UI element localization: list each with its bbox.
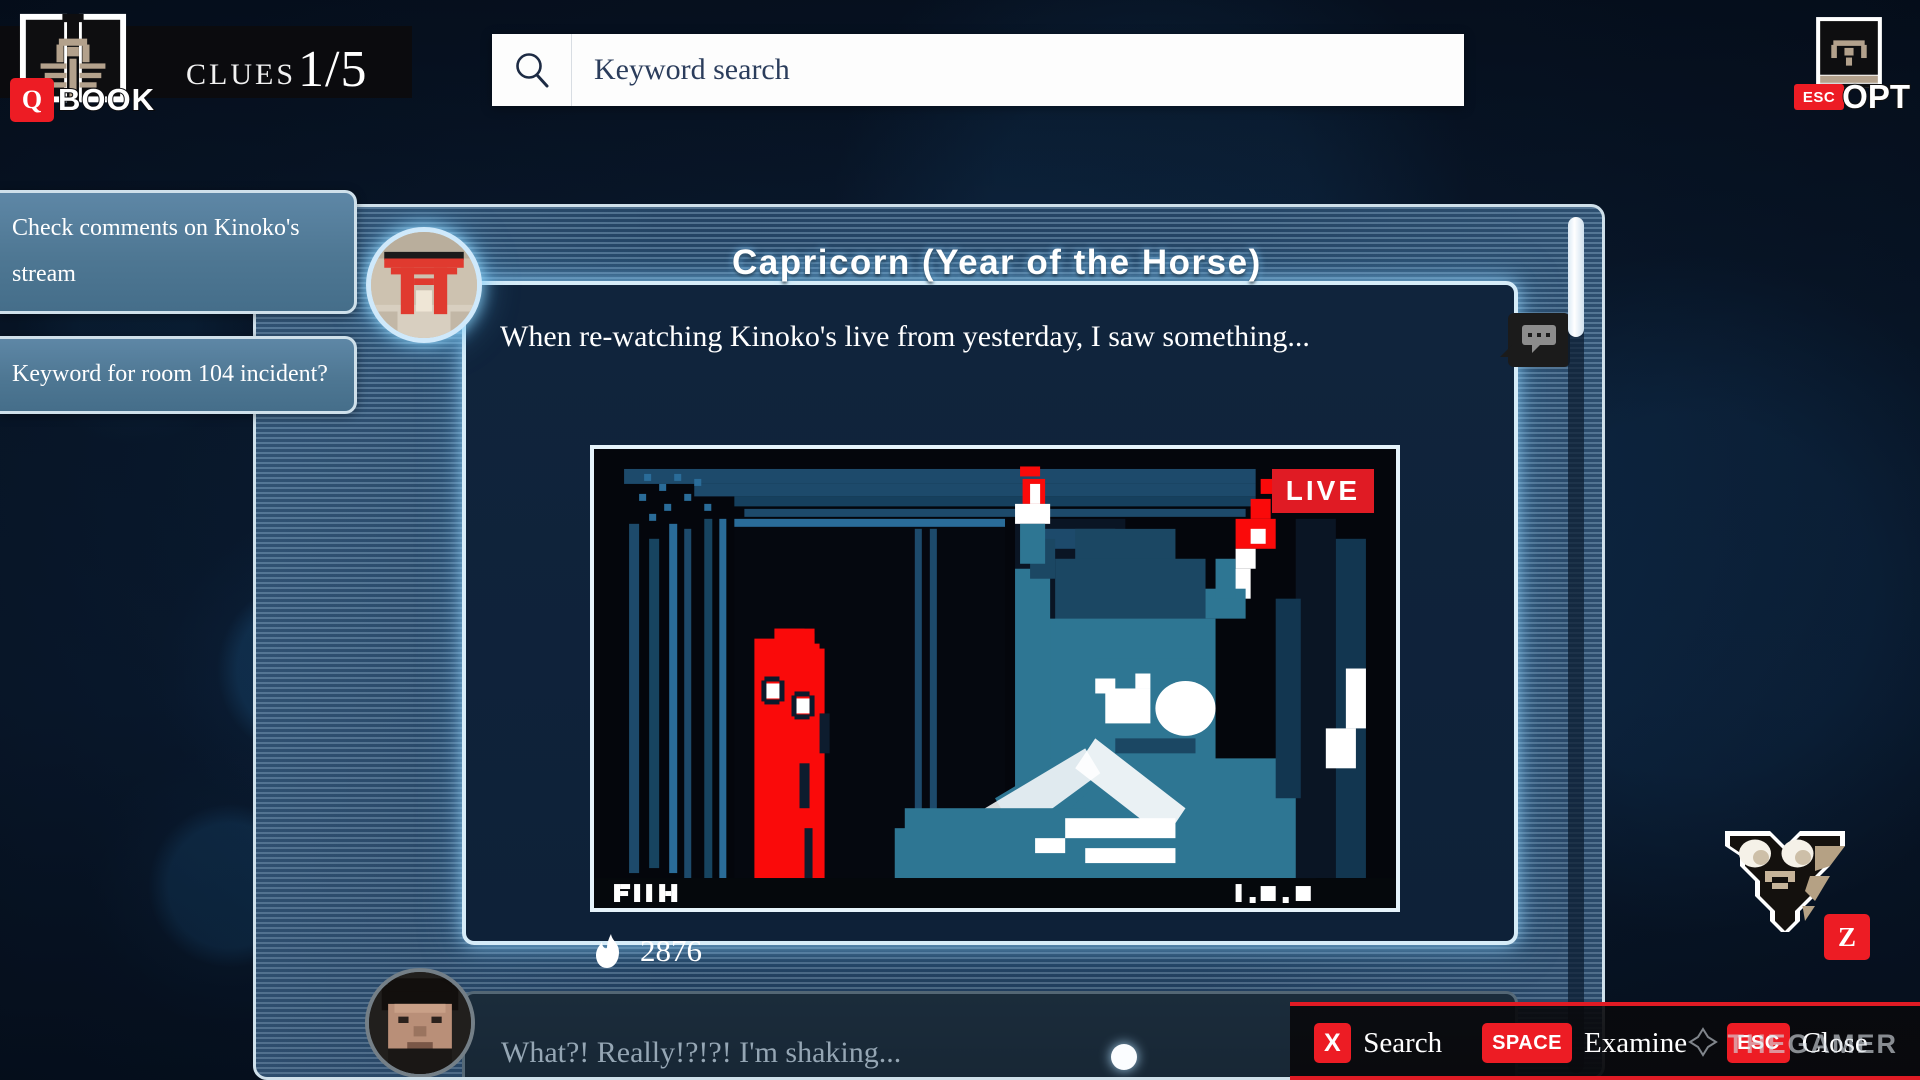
- reaction-row[interactable]: 2876: [594, 933, 702, 969]
- watermark-text: THEGAMER: [1727, 1029, 1898, 1059]
- live-badge: LIVE: [1271, 469, 1374, 513]
- search-icon[interactable]: [492, 34, 572, 106]
- control-examine[interactable]: SPACE Examine: [1482, 1023, 1687, 1063]
- options-key-badge[interactable]: ESC: [1794, 84, 1844, 110]
- reaction-count: 2876: [640, 933, 702, 968]
- watermark-logo-icon: [1687, 1027, 1718, 1062]
- book-label: BOOK: [57, 81, 155, 118]
- clues-count: 1/5: [298, 41, 368, 98]
- watermark: THEGAMER: [1687, 1027, 1899, 1062]
- clues-label: CLUES: [186, 58, 297, 91]
- search-input[interactable]: [572, 34, 1464, 106]
- control-key-x[interactable]: X: [1314, 1023, 1352, 1063]
- control-label-examine: Examine: [1584, 1026, 1688, 1059]
- scrollbar-track[interactable]: [1568, 217, 1584, 1073]
- control-search[interactable]: X Search: [1314, 1023, 1442, 1063]
- face-avatar: [365, 968, 475, 1077]
- pixel-art-screenshot: [594, 449, 1396, 908]
- live-badge-label: LIVE: [1285, 475, 1360, 506]
- book-key-badge[interactable]: Q: [10, 78, 54, 122]
- options-label: OPT: [1841, 77, 1911, 116]
- clue-item-0[interactable]: Check comments on Kinoko's stream: [0, 190, 357, 314]
- post-body: When re-watching Kinoko's live from yest…: [500, 320, 1310, 353]
- keyword-search-box[interactable]: [492, 34, 1464, 106]
- cursor-indicator: [1111, 1044, 1137, 1070]
- control-key-space[interactable]: SPACE: [1482, 1023, 1573, 1063]
- mascot-button[interactable]: Z: [1710, 820, 1870, 960]
- torii-gate-avatar: [366, 227, 482, 343]
- next-post-body: What?! Really!?!?! I'm shaking...: [501, 1036, 902, 1069]
- flame-icon: [594, 933, 624, 969]
- clue-item-label: Check comments on Kinoko's stream: [12, 215, 300, 287]
- clue-item-1[interactable]: Keyword for room 104 incident?: [0, 336, 357, 414]
- post-media[interactable]: LIVE: [590, 445, 1400, 912]
- control-label-search: Search: [1363, 1026, 1443, 1059]
- clue-list: Check comments on Kinoko's stream Keywor…: [0, 190, 360, 436]
- mascot-key-badge[interactable]: Z: [1824, 914, 1870, 960]
- clue-item-label: Keyword for room 104 incident?: [12, 361, 328, 387]
- feed-panel: Capricorn (Year of the Horse) When re-wa…: [253, 204, 1605, 1080]
- options-button[interactable]: ESC OPT: [1790, 12, 1911, 130]
- post-card[interactable]: Capricorn (Year of the Horse) When re-wa…: [366, 227, 1570, 968]
- post-author: Capricorn (Year of the Horse): [732, 243, 1262, 282]
- speech-bubble-icon[interactable]: [1500, 313, 1574, 375]
- scrollbar-thumb[interactable]: [1568, 217, 1584, 337]
